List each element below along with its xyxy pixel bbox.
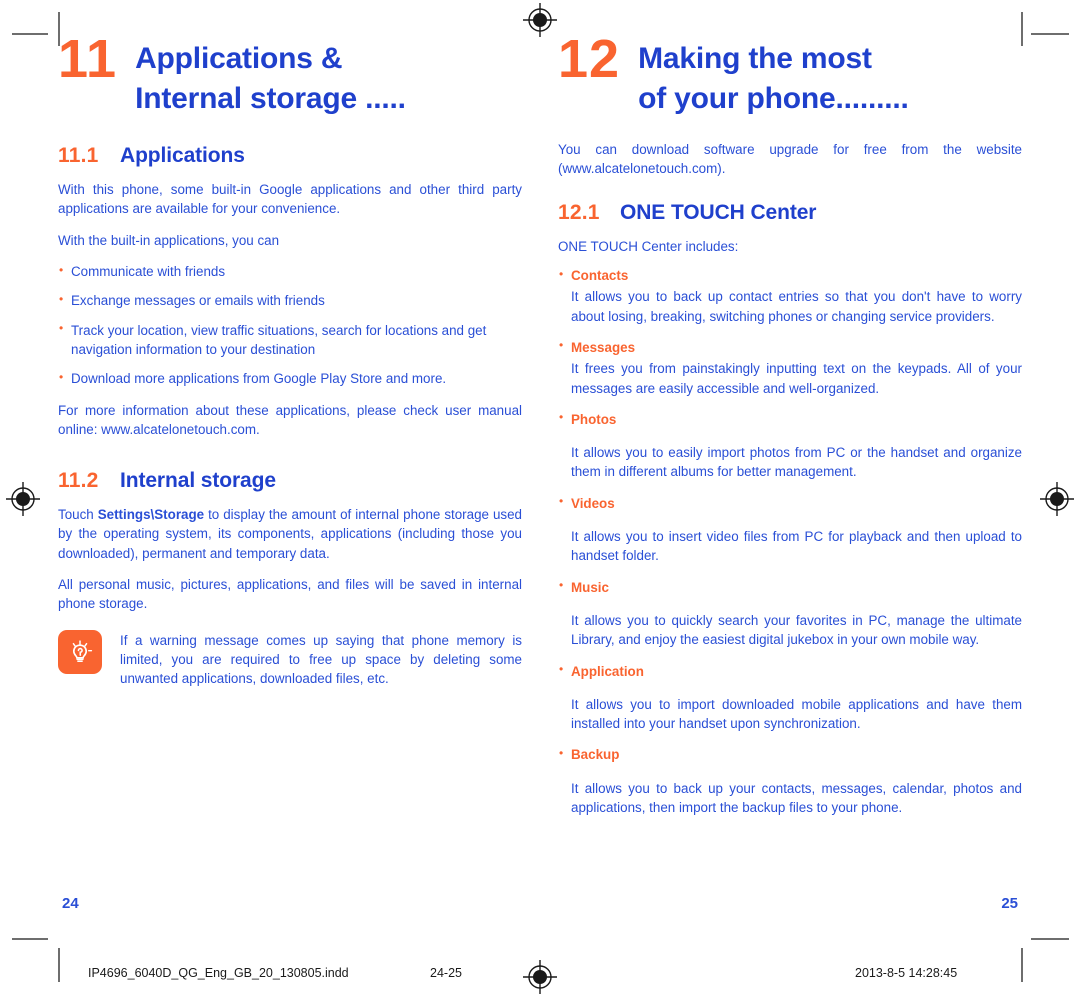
footer-page-range: 24-25 <box>430 966 462 980</box>
crop-mark-bottom-left-horizontal <box>12 938 48 940</box>
paragraph-applications-intro: With this phone, some built-in Google ap… <box>58 182 522 217</box>
chapter-title-line-1: Making the most <box>638 42 872 75</box>
paragraph-software-upgrade: You can download software upgrade for fr… <box>558 142 1022 177</box>
right-page-column: 12 Making the most of your phone........… <box>558 29 1022 912</box>
registration-mark-right <box>1040 482 1074 516</box>
section-heading-12-1: 12.1 ONE TOUCH Center <box>558 201 1022 225</box>
feature-contacts: Contacts It allows you to back up contac… <box>558 266 1022 326</box>
registration-mark-top <box>523 3 557 37</box>
chapter-number: 12 <box>558 29 621 89</box>
feature-title: Videos <box>558 493 1022 513</box>
chapter-title: Applications & Internal storage ..... <box>135 33 406 118</box>
section-title: ONE TOUCH Center <box>620 200 817 224</box>
section-heading-11-2: 11.2 Internal storage <box>58 469 522 493</box>
paragraph-prefix: Touch <box>58 507 98 523</box>
feature-title: Photos <box>558 409 1022 429</box>
feature-videos: Videos It allows you to insert video fil… <box>558 493 1022 566</box>
paragraph-center-includes: ONE TOUCH Center includes: <box>558 238 739 254</box>
feature-description: It frees you from painstakingly inputtin… <box>571 361 1022 396</box>
registration-mark-footer <box>523 960 557 994</box>
chapter-title-line-2: of your phone......... <box>638 81 909 115</box>
crop-mark-bottom-right-vertical <box>1021 948 1023 982</box>
feature-music: Music It allows you to quickly search yo… <box>558 577 1022 650</box>
paragraph-internal-storage-touch: Touch Settings\Storage to display the am… <box>58 505 522 563</box>
feature-description: It allows you to back up contact entries… <box>571 289 1022 324</box>
applications-bullet-list: Communicate with friends Exchange messag… <box>58 262 522 388</box>
feature-photos: Photos It allows you to easily import ph… <box>558 409 1022 482</box>
feature-description: It allows you to back up your contacts, … <box>571 780 1022 816</box>
chapter-number: 11 <box>58 29 118 89</box>
crop-mark-top-left-horizontal <box>12 33 48 35</box>
chapter-title-line-1: Applications & <box>135 42 343 75</box>
feature-title: Music <box>558 577 1022 597</box>
feature-application: Application It allows you to import down… <box>558 661 1022 734</box>
crop-mark-top-right-horizontal <box>1031 33 1069 35</box>
section-number: 11.1 <box>58 144 99 168</box>
chapter-title-line-2: Internal storage ..... <box>135 81 406 115</box>
page-spread: 11 Applications & Internal storage .....… <box>58 29 1022 938</box>
list-item: Download more applications from Google P… <box>58 369 522 388</box>
feature-description: It allows you to quickly search your fav… <box>571 612 1022 648</box>
feature-title: Application <box>558 661 1022 681</box>
paragraph-personal-files: All personal music, pictures, applicatio… <box>58 577 522 612</box>
feature-description: It allows you to easily import photos fr… <box>571 445 1022 480</box>
feature-title: Contacts <box>558 266 1022 285</box>
section-heading-11-1: 11.1 Applications <box>58 144 522 168</box>
list-item: Communicate with friends <box>58 262 522 281</box>
section-number: 11.2 <box>58 469 99 493</box>
paragraph-more-information: For more information about these applica… <box>58 402 522 437</box>
crop-mark-bottom-left-vertical <box>58 948 60 982</box>
footer-timestamp: 2013-8-5 14:28:45 <box>855 966 958 980</box>
crop-mark-bottom-right-horizontal <box>1031 938 1069 940</box>
section-number: 12.1 <box>558 200 600 224</box>
footer-filename: IP4696_6040D_QG_Eng_GB_20_130805.indd <box>88 966 349 980</box>
chapter-heading-12: 12 Making the most of your phone........… <box>558 29 1022 118</box>
paragraph-builtin-lead: With the built-in applications, you can <box>58 232 280 248</box>
feature-description: It allows you to insert video files from… <box>571 529 1022 564</box>
section-title: Applications <box>120 144 245 168</box>
lightbulb-icon <box>58 629 102 674</box>
feature-title: Messages <box>558 337 1022 357</box>
section-title: Internal storage <box>120 469 276 493</box>
tip-text: If a warning message comes up saying tha… <box>120 632 522 687</box>
settings-storage-path: Settings\Storage <box>97 507 205 523</box>
feature-title: Backup <box>558 745 1022 764</box>
feature-backup: Backup It allows you to back up your con… <box>558 745 1022 817</box>
chapter-title: Making the most of your phone......... <box>638 33 909 118</box>
two-column-layout: 11 Applications & Internal storage .....… <box>58 29 1022 912</box>
feature-messages: Messages It frees you from painstakingly… <box>558 337 1022 398</box>
chapter-heading-11: 11 Applications & Internal storage ..... <box>58 29 522 118</box>
left-page-column: 11 Applications & Internal storage .....… <box>58 29 522 912</box>
registration-mark-left <box>6 482 40 516</box>
list-item: Exchange messages or emails with friends <box>58 291 522 310</box>
list-item: Track your location, view traffic situat… <box>58 320 522 360</box>
tip-callout: If a warning message comes up saying tha… <box>58 629 522 689</box>
feature-description: It allows you to import downloaded mobil… <box>571 696 1022 732</box>
